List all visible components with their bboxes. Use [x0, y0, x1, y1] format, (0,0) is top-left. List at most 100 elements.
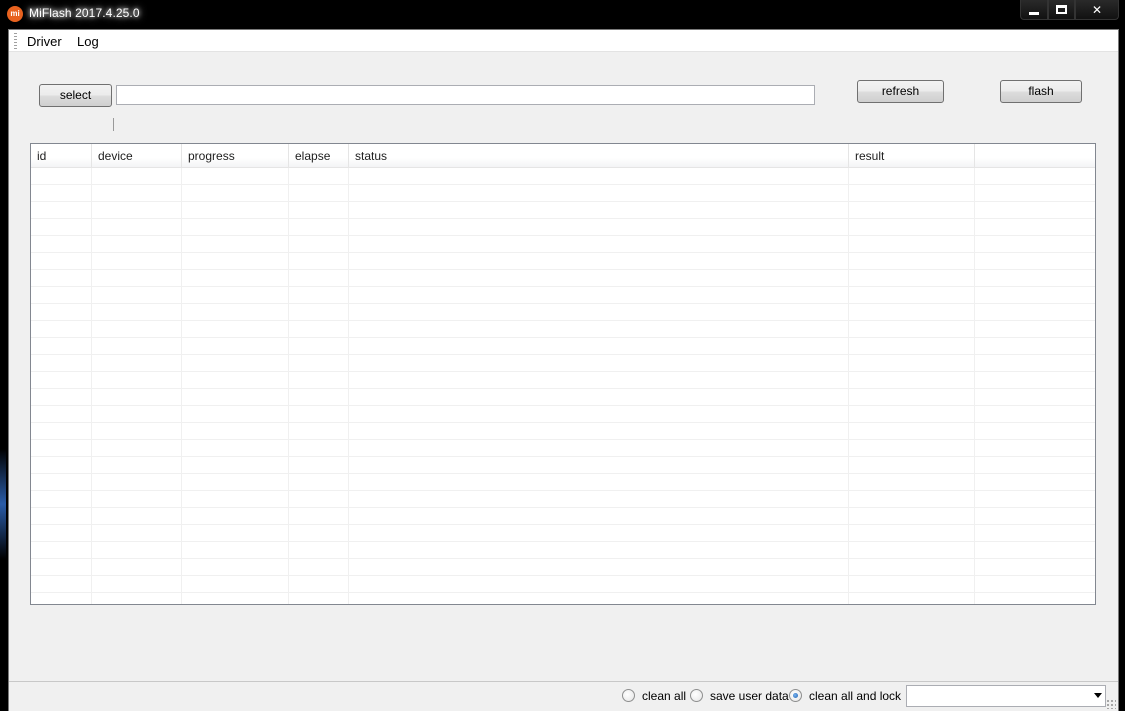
table-row[interactable] — [31, 389, 1095, 406]
table-cell — [92, 389, 182, 406]
table-cell — [849, 202, 975, 219]
column-header-id[interactable]: id — [31, 144, 92, 168]
table-cell — [182, 440, 289, 457]
table-cell — [349, 304, 849, 321]
table-cell — [849, 321, 975, 338]
table-cell — [975, 304, 1095, 321]
table-row[interactable] — [31, 202, 1095, 219]
table-cell — [975, 202, 1095, 219]
table-cell — [849, 185, 975, 202]
table-cell — [975, 321, 1095, 338]
column-header-elapse[interactable]: elapse — [289, 144, 349, 168]
table-cell — [975, 185, 1095, 202]
table-cell — [182, 185, 289, 202]
save-user-data-radio[interactable] — [690, 689, 703, 702]
clean-all-radio[interactable] — [622, 689, 635, 702]
column-header-status[interactable]: status — [349, 144, 849, 168]
table-row[interactable] — [31, 304, 1095, 321]
table-cell — [849, 525, 975, 542]
table-cell — [289, 168, 349, 185]
menu-driver[interactable]: Driver — [27, 34, 62, 49]
flash-button[interactable]: flash — [1000, 80, 1082, 103]
table-row[interactable] — [31, 508, 1095, 525]
table-cell — [349, 270, 849, 287]
table-row[interactable] — [31, 236, 1095, 253]
table-cell — [349, 440, 849, 457]
table-cell — [849, 508, 975, 525]
table-cell — [975, 508, 1095, 525]
table-cell — [975, 474, 1095, 491]
window-right-border — [1119, 29, 1125, 711]
chevron-down-icon[interactable] — [1094, 693, 1102, 698]
table-row[interactable] — [31, 525, 1095, 542]
table-cell — [182, 355, 289, 372]
table-cell — [849, 491, 975, 508]
table-row[interactable] — [31, 219, 1095, 236]
clean-all-and-lock-radio[interactable] — [789, 689, 802, 702]
clean-all-label[interactable]: clean all — [642, 689, 686, 703]
table-cell — [975, 406, 1095, 423]
table-cell — [349, 593, 849, 604]
table-cell — [849, 338, 975, 355]
table-cell — [849, 440, 975, 457]
table-cell — [975, 593, 1095, 604]
table-cell — [349, 168, 849, 185]
table-row[interactable] — [31, 559, 1095, 576]
table-cell — [975, 576, 1095, 593]
rom-path-input[interactable] — [116, 85, 815, 105]
table-row[interactable] — [31, 253, 1095, 270]
maximize-button[interactable] — [1048, 0, 1075, 20]
table-row[interactable] — [31, 270, 1095, 287]
table-row[interactable] — [31, 355, 1095, 372]
table-cell — [31, 491, 92, 508]
resize-grip-icon[interactable] — [1106, 699, 1116, 709]
table-row[interactable] — [31, 457, 1095, 474]
column-header-result[interactable]: result — [849, 144, 975, 168]
table-cell — [349, 474, 849, 491]
device-table[interactable]: id device progress elapse status result — [30, 143, 1096, 605]
select-button[interactable]: select — [39, 84, 112, 107]
table-cell — [182, 321, 289, 338]
table-row[interactable] — [31, 440, 1095, 457]
table-cell — [975, 423, 1095, 440]
table-row[interactable] — [31, 185, 1095, 202]
table-row[interactable] — [31, 406, 1095, 423]
table-cell — [182, 389, 289, 406]
table-cell — [31, 355, 92, 372]
table-cell — [31, 508, 92, 525]
table-row[interactable] — [31, 491, 1095, 508]
minimize-button[interactable] — [1020, 0, 1048, 20]
table-row[interactable] — [31, 593, 1095, 604]
table-row[interactable] — [31, 576, 1095, 593]
table-row[interactable] — [31, 542, 1095, 559]
table-cell — [31, 253, 92, 270]
main-window: Driver Log select refresh flash id devic… — [8, 29, 1119, 711]
table-cell — [349, 491, 849, 508]
table-row[interactable] — [31, 287, 1095, 304]
table-cell — [182, 202, 289, 219]
title-bar: mi MiFlash 2017.4.25.0 ✕ — [0, 0, 1125, 29]
refresh-button[interactable]: refresh — [857, 80, 944, 103]
flash-script-dropdown[interactable] — [906, 685, 1106, 707]
column-header-progress[interactable]: progress — [182, 144, 289, 168]
table-cell — [92, 372, 182, 389]
menu-log[interactable]: Log — [77, 34, 99, 49]
table-row[interactable] — [31, 168, 1095, 185]
miflash-app-icon[interactable]: mi — [7, 6, 23, 22]
table-cell — [31, 338, 92, 355]
table-row[interactable] — [31, 474, 1095, 491]
column-header-device[interactable]: device — [92, 144, 182, 168]
table-row[interactable] — [31, 338, 1095, 355]
table-cell — [182, 168, 289, 185]
table-row[interactable] — [31, 321, 1095, 338]
table-row[interactable] — [31, 372, 1095, 389]
menu-bar: Driver Log — [9, 30, 1118, 52]
save-user-data-label[interactable]: save user data — [710, 689, 789, 703]
table-cell — [349, 406, 849, 423]
table-cell — [289, 491, 349, 508]
table-cell — [289, 389, 349, 406]
table-cell — [182, 508, 289, 525]
table-row[interactable] — [31, 423, 1095, 440]
clean-all-and-lock-label[interactable]: clean all and lock — [809, 689, 901, 703]
close-button[interactable]: ✕ — [1075, 0, 1119, 20]
